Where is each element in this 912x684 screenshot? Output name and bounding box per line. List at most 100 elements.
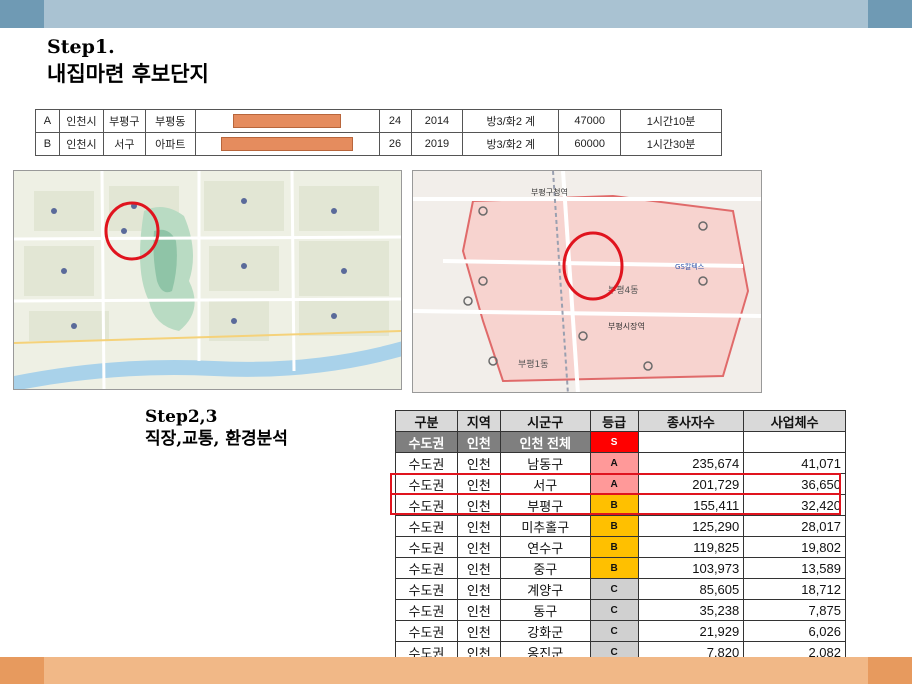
table-row: 수도권 인천 동구 C 35,238 7,875	[395, 599, 846, 621]
step23-title: Step2,3	[145, 407, 218, 427]
cell-district: 강화군	[499, 620, 591, 642]
cell-grade: B	[589, 515, 639, 537]
highlight-box-bupyeong	[390, 493, 841, 515]
cand-price: 47000	[558, 109, 622, 133]
cell-workers: 235,674	[637, 452, 745, 474]
cell-area: 인천	[456, 515, 501, 537]
cell-workers: 125,290	[637, 515, 745, 537]
top-banner-left-square	[0, 0, 44, 28]
table-row: 수도권 인천 강화군 C 21,929 6,026	[395, 620, 846, 642]
place-label: GS칼텍스	[675, 262, 705, 271]
col-header: 지역	[456, 410, 501, 432]
top-banner-right-square	[868, 0, 912, 28]
table-row: 수도권 인천 연수구 B 119,825 19,802	[395, 536, 846, 558]
cand-year: 2014	[410, 109, 464, 133]
cand-id: A	[35, 109, 60, 133]
cand-district: 부평구	[102, 109, 146, 133]
step1-subtitle: 내집마련 후보단지	[47, 61, 209, 86]
table-row: 수도권 인천 계양구 C 85,605 18,712	[395, 578, 846, 600]
cell-region: 수도권	[395, 515, 458, 537]
table-row: B 인천시 서구 아파트 26 2019 방3/화2 계 60000 1시간30…	[35, 132, 722, 156]
cell-grade: B	[589, 536, 639, 558]
cand-id: B	[35, 132, 60, 156]
cell-area: 인천	[456, 599, 501, 621]
cell-grade: B	[589, 557, 639, 579]
cell-district: 계양구	[499, 578, 591, 600]
cell-region: 수도권	[395, 557, 458, 579]
cell-workers	[637, 431, 745, 453]
cell-region: 수도권	[395, 536, 458, 558]
table-row: A 인천시 부평구 부평동 24 2014 방3/화2 계 47000 1시간1…	[35, 109, 722, 133]
cell-workers: 85,605	[637, 578, 745, 600]
cell-district: 남동구	[499, 452, 591, 474]
station-label: 부평구청역	[531, 187, 568, 197]
table-row: 수도권 인천 중구 B 103,973 13,589	[395, 557, 846, 579]
step23-subtitle: 직장,교통, 환경분석	[145, 429, 288, 449]
cand-price: 60000	[558, 132, 622, 156]
cell-region: 수도권	[395, 620, 458, 642]
cell-region: 수도권	[395, 452, 458, 474]
cell-area: 인천	[456, 536, 501, 558]
cand-commute: 1시간30분	[620, 132, 722, 156]
cell-area: 인천	[456, 578, 501, 600]
cell-area: 인천	[456, 557, 501, 579]
col-header: 사업체수	[743, 410, 846, 432]
cell-workers: 21,929	[637, 620, 745, 642]
cand-rooms: 방3/화2 계	[462, 132, 560, 156]
cell-grade: A	[589, 452, 639, 474]
cell-grade: C	[589, 578, 639, 600]
cell-area: 인천	[456, 431, 501, 453]
cell-companies: 7,875	[743, 599, 846, 621]
cell-grade: C	[589, 599, 639, 621]
table-row: 수도권 인천 미추홀구 B 125,290 28,017	[395, 515, 846, 537]
col-header: 등급	[589, 410, 639, 432]
cell-companies: 19,802	[743, 536, 846, 558]
cand-commute: 1시간10분	[620, 109, 722, 133]
cell-region: 수도권	[395, 578, 458, 600]
cell-companies: 6,026	[743, 620, 846, 642]
map-right-graphic: 부평구청역 부평시장역 부평4동 부평1동 GS칼텍스	[413, 171, 761, 392]
table-row: 수도권 인천 남동구 A 235,674 41,071	[395, 452, 846, 474]
map-left	[13, 170, 402, 390]
cand-rooms: 방3/화2 계	[462, 109, 560, 133]
bottom-banner-left-square	[0, 657, 44, 684]
cand-year: 2019	[410, 132, 464, 156]
cand-col1: 24	[378, 109, 412, 133]
cell-area: 인천	[456, 452, 501, 474]
redacted-bar	[233, 114, 342, 128]
cell-district: 중구	[499, 557, 591, 579]
district-stats-table: 구분 지역 시군구 등급 종사자수 사업체수 수도권 인천 인천 전체 S 수도…	[395, 410, 846, 663]
cell-area: 인천	[456, 620, 501, 642]
cell-companies	[743, 431, 846, 453]
station-label: 부평시장역	[608, 321, 645, 331]
cell-district: 인천 전체	[499, 431, 591, 453]
candidate-table: A 인천시 부평구 부평동 24 2014 방3/화2 계 47000 1시간1…	[35, 109, 722, 156]
cell-grade: S	[589, 431, 639, 453]
cand-bar-cell	[194, 132, 380, 156]
cell-companies: 13,589	[743, 557, 846, 579]
cand-dong: 아파트	[144, 132, 196, 156]
redacted-bar	[221, 137, 354, 151]
cell-workers: 35,238	[637, 599, 745, 621]
bottom-banner-right-square	[868, 657, 912, 684]
cell-district: 미추홀구	[499, 515, 591, 537]
cell-region: 수도권	[395, 431, 458, 453]
map-right: 부평구청역 부평시장역 부평4동 부평1동 GS칼텍스	[412, 170, 762, 393]
cell-companies: 18,712	[743, 578, 846, 600]
bottom-banner	[0, 657, 912, 684]
cand-district: 서구	[102, 132, 146, 156]
cell-district: 연수구	[499, 536, 591, 558]
dong-label: 부평1동	[518, 359, 549, 370]
cand-bar-cell	[194, 109, 380, 133]
table-header-row: 구분 지역 시군구 등급 종사자수 사업체수	[395, 410, 846, 432]
col-header: 구분	[395, 410, 458, 432]
cell-region: 수도권	[395, 599, 458, 621]
cand-col1: 26	[378, 132, 412, 156]
cell-workers: 119,825	[637, 536, 745, 558]
table-row-total: 수도권 인천 인천 전체 S	[395, 431, 846, 453]
map-left-graphic	[14, 171, 401, 389]
col-header: 시군구	[499, 410, 591, 432]
top-banner	[0, 0, 912, 28]
cell-companies: 28,017	[743, 515, 846, 537]
cell-district: 동구	[499, 599, 591, 621]
